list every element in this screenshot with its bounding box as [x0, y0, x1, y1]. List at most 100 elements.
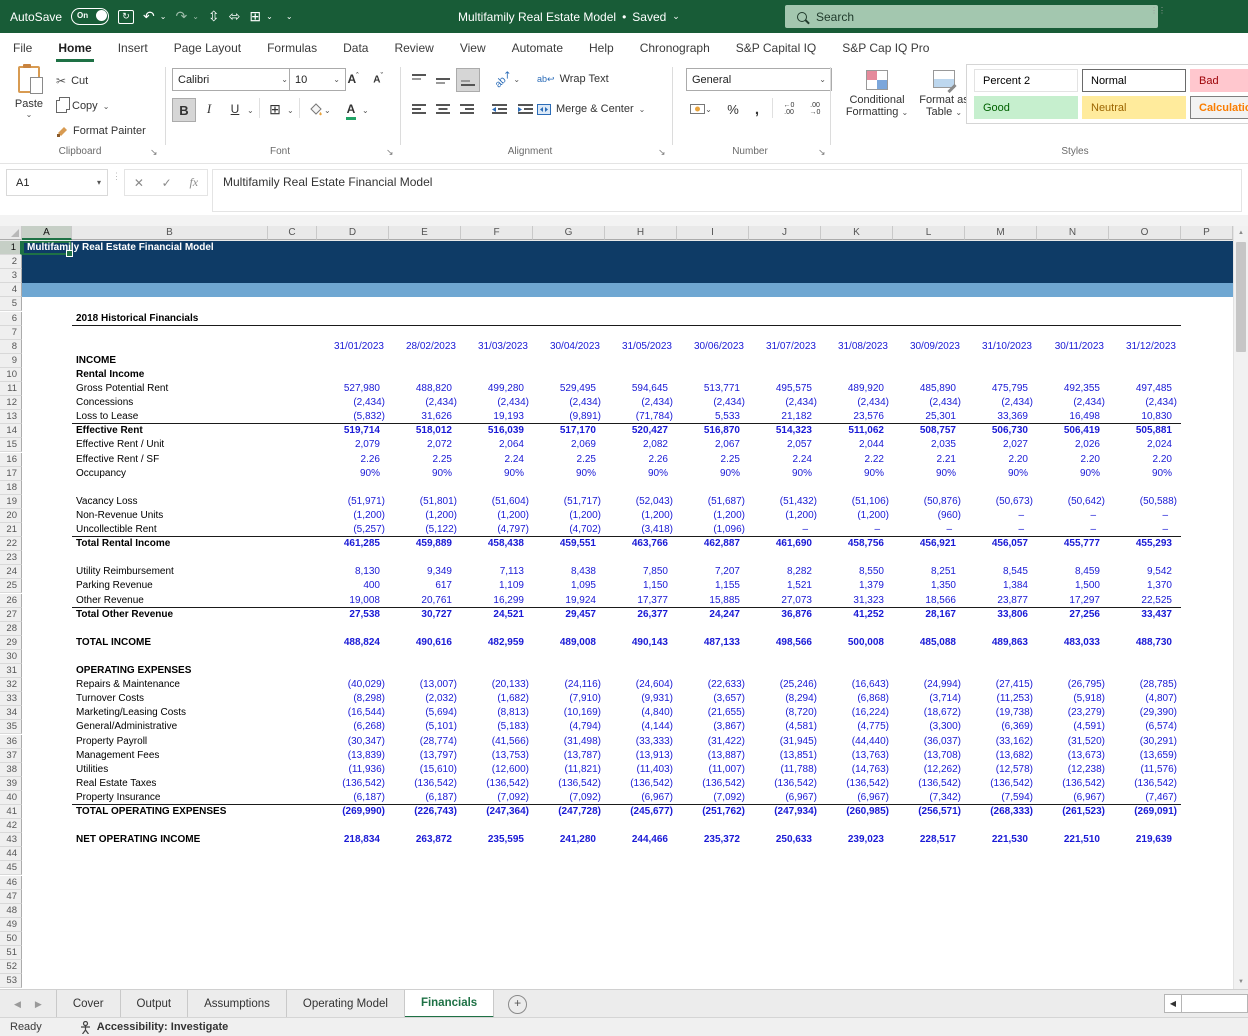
- value-cell[interactable]: (136,542): [605, 777, 677, 791]
- value-cell[interactable]: (16,643): [821, 678, 893, 692]
- row-header-45[interactable]: 45: [0, 861, 22, 875]
- value-cell[interactable]: 506,730: [965, 424, 1037, 438]
- value-cell[interactable]: (247,364): [461, 805, 533, 819]
- date-cell[interactable]: 30/06/2023: [677, 340, 749, 354]
- value-cell[interactable]: (50,588): [1109, 495, 1181, 509]
- value-cell[interactable]: (1,682): [461, 692, 533, 706]
- value-cell[interactable]: 21,182: [749, 410, 821, 424]
- value-cell[interactable]: 518,012: [389, 424, 461, 438]
- column-header-n[interactable]: N: [1037, 226, 1109, 240]
- value-cell[interactable]: (24,116): [533, 678, 605, 692]
- date-cell[interactable]: 31/07/2023: [749, 340, 821, 354]
- value-cell[interactable]: 241,280: [533, 833, 605, 847]
- value-cell[interactable]: 17,377: [605, 594, 677, 608]
- value-cell[interactable]: 90%: [1109, 467, 1181, 481]
- value-cell[interactable]: (3,418): [605, 523, 677, 537]
- value-cell[interactable]: 16,498: [1037, 410, 1109, 424]
- row-header-25[interactable]: 25: [0, 579, 22, 593]
- percent-style-button[interactable]: %: [722, 98, 744, 120]
- column-width-icon[interactable]: ⬄: [229, 0, 241, 33]
- value-cell[interactable]: (11,576): [1109, 763, 1181, 777]
- value-cell[interactable]: 459,551: [533, 537, 605, 551]
- value-cell[interactable]: (245,677): [605, 805, 677, 819]
- middle-align-button[interactable]: [432, 68, 454, 90]
- value-cell[interactable]: 9,349: [389, 565, 461, 579]
- value-cell[interactable]: (36,037): [893, 735, 965, 749]
- value-cell[interactable]: 244,466: [605, 833, 677, 847]
- row-header-9[interactable]: 9: [0, 354, 22, 368]
- menu-tab-automate[interactable]: Automate: [499, 33, 576, 62]
- value-cell[interactable]: (251,762): [677, 805, 749, 819]
- value-cell[interactable]: 28,167: [893, 608, 965, 622]
- name-box[interactable]: A1 ▾: [6, 169, 108, 196]
- row-header-1[interactable]: 1: [0, 241, 22, 255]
- font-family-select[interactable]: Calibri⌄: [172, 68, 294, 91]
- scroll-up-icon[interactable]: ▲: [1234, 226, 1248, 240]
- menu-tab-insert[interactable]: Insert: [105, 33, 161, 62]
- row-header-16[interactable]: 16: [0, 453, 22, 467]
- increase-decimal-button[interactable]: ←0.00: [778, 98, 800, 120]
- fill-color-chevron-icon[interactable]: ⌄: [324, 106, 331, 115]
- column-header-a[interactable]: A: [22, 226, 72, 240]
- value-cell[interactable]: 27,256: [1037, 608, 1109, 622]
- value-cell[interactable]: 482,959: [461, 636, 533, 650]
- value-cell[interactable]: 8,438: [533, 565, 605, 579]
- value-cell[interactable]: (13,913): [605, 749, 677, 763]
- value-cell[interactable]: (14,763): [821, 763, 893, 777]
- value-cell[interactable]: (7,342): [893, 791, 965, 805]
- value-cell[interactable]: 505,881: [1109, 424, 1181, 438]
- decrease-indent-button[interactable]: [488, 98, 510, 120]
- value-cell[interactable]: 400: [317, 579, 389, 593]
- value-cell[interactable]: 7,850: [605, 565, 677, 579]
- value-cell[interactable]: 221,510: [1037, 833, 1109, 847]
- value-cell[interactable]: (260,985): [821, 805, 893, 819]
- value-cell[interactable]: (1,200): [749, 509, 821, 523]
- value-cell[interactable]: (3,867): [677, 720, 749, 734]
- value-cell[interactable]: 90%: [605, 467, 677, 481]
- value-cell[interactable]: (8,294): [749, 692, 821, 706]
- value-cell[interactable]: (1,200): [389, 509, 461, 523]
- value-cell[interactable]: 33,806: [965, 608, 1037, 622]
- value-cell[interactable]: (1,200): [317, 509, 389, 523]
- row-header-7[interactable]: 7: [0, 326, 22, 340]
- new-sheet-button[interactable]: +: [508, 995, 527, 1014]
- conditional-formatting-button[interactable]: Conditional Formatting ⌄: [845, 70, 909, 119]
- value-cell[interactable]: 485,890: [893, 382, 965, 396]
- value-cell[interactable]: 7,113: [461, 565, 533, 579]
- value-cell[interactable]: (33,333): [605, 735, 677, 749]
- column-header-i[interactable]: I: [677, 226, 749, 240]
- value-cell[interactable]: 489,863: [965, 636, 1037, 650]
- value-cell[interactable]: (2,434): [605, 396, 677, 410]
- value-cell[interactable]: 90%: [677, 467, 749, 481]
- value-cell[interactable]: 90%: [1037, 467, 1109, 481]
- wrap-text-button[interactable]: ab↩ Wrap Text: [537, 68, 609, 90]
- row-header-14[interactable]: 14: [0, 424, 22, 438]
- row-header-31[interactable]: 31: [0, 664, 22, 678]
- row-header-39[interactable]: 39: [0, 777, 22, 791]
- value-cell[interactable]: (136,542): [749, 777, 821, 791]
- value-cell[interactable]: (3,657): [677, 692, 749, 706]
- cell-style-neutral[interactable]: Neutral: [1082, 96, 1186, 119]
- row-header-50[interactable]: 50: [0, 932, 22, 946]
- value-cell[interactable]: (136,542): [821, 777, 893, 791]
- value-cell[interactable]: (30,291): [1109, 735, 1181, 749]
- date-cell[interactable]: 31/12/2023: [1109, 340, 1181, 354]
- value-cell[interactable]: 461,285: [317, 537, 389, 551]
- accessibility-status[interactable]: Accessibility: Investigate: [80, 1021, 228, 1034]
- value-cell[interactable]: 2,067: [677, 438, 749, 452]
- value-cell[interactable]: (9,891): [533, 410, 605, 424]
- underline-chevron-icon[interactable]: ⌄: [247, 106, 254, 115]
- row-header-47[interactable]: 47: [0, 890, 22, 904]
- row-height-icon[interactable]: ⇳: [208, 0, 220, 33]
- value-cell[interactable]: 24,247: [677, 608, 749, 622]
- value-cell[interactable]: (51,801): [389, 495, 461, 509]
- value-cell[interactable]: 1,109: [461, 579, 533, 593]
- value-cell[interactable]: 508,757: [893, 424, 965, 438]
- value-cell[interactable]: (6,369): [965, 720, 1037, 734]
- value-cell[interactable]: (52,043): [605, 495, 677, 509]
- date-cell[interactable]: 31/08/2023: [821, 340, 893, 354]
- row-header-3[interactable]: 3: [0, 269, 22, 283]
- value-cell[interactable]: 527,980: [317, 382, 389, 396]
- row-header-40[interactable]: 40: [0, 791, 22, 805]
- value-cell[interactable]: (6,187): [317, 791, 389, 805]
